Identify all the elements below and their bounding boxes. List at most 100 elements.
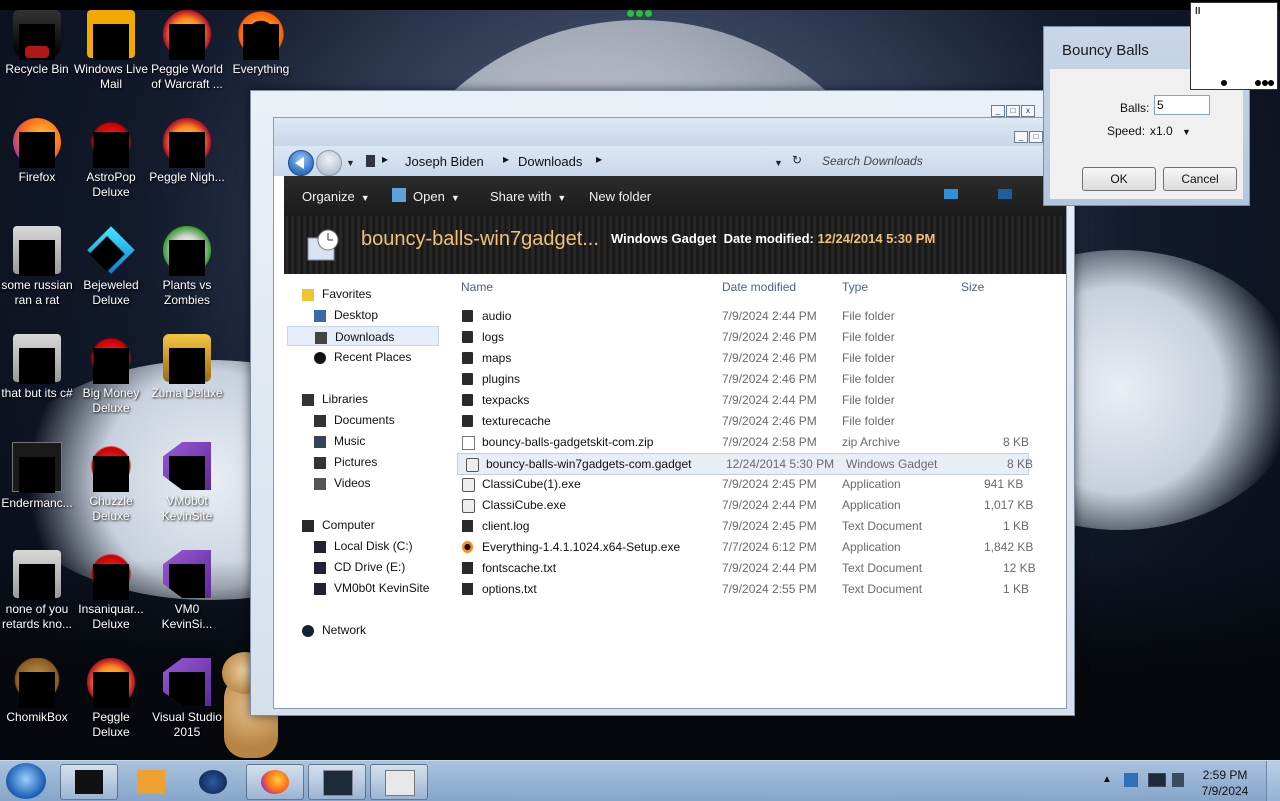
desktop-icon-label: Recycle Bin <box>5 62 69 76</box>
desktop-icon[interactable]: that but its c# <box>0 334 75 401</box>
desktop-icon[interactable]: Peggle World of Warcraft ... <box>149 10 225 92</box>
desktop-icon[interactable]: Peggle Nigh... <box>149 118 225 185</box>
organize-button[interactable]: Organize ▼ <box>302 189 370 204</box>
file-row[interactable]: audio 7/9/2024 2:44 PM File folder <box>454 306 1029 326</box>
taskbar-item[interactable] <box>370 764 428 800</box>
tray-expand-icon[interactable]: ▲ <box>1102 774 1112 785</box>
desktop-icon[interactable]: Everything <box>223 10 299 77</box>
taskbar-clock[interactable]: 2:59 PM 7/9/2024 <box>1195 767 1255 799</box>
desktop-icon[interactable]: Chuzzle Deluxe <box>73 442 149 524</box>
file-name: plugins <box>482 372 521 386</box>
column-header-name[interactable]: Name <box>461 280 493 294</box>
file-date: 7/9/2024 2:58 PM <box>722 435 817 449</box>
column-header-type[interactable]: Type <box>842 280 868 294</box>
desktop-icon[interactable]: Firefox <box>0 118 75 185</box>
file-row[interactable]: texturecache 7/9/2024 2:46 PM File folder <box>454 411 1029 431</box>
start-button[interactable] <box>6 763 46 799</box>
desktop-icon[interactable]: VM0b0t KevinSite <box>149 442 225 524</box>
balls-input[interactable]: 5 <box>1154 95 1210 115</box>
breadcrumb-downloads[interactable]: Downloads <box>518 154 582 169</box>
file-row[interactable]: bouncy-balls-win7gadgets-com.gadget 12/24… <box>457 453 1033 475</box>
close-button[interactable]: x <box>1021 105 1035 117</box>
minimize-button[interactable]: _ <box>991 105 1005 117</box>
file-row[interactable]: Everything-1.4.1.1024.x64-Setup.exe 7/7/2… <box>454 537 1033 557</box>
taskbar-item[interactable] <box>308 764 366 800</box>
back-button[interactable] <box>288 150 314 176</box>
desktop-icon[interactable]: Insaniquar... Deluxe <box>73 550 149 632</box>
column-header-size[interactable]: Size <box>961 280 984 294</box>
nav-local-disk[interactable]: Local Disk (C:) <box>314 536 413 556</box>
nav-desktop[interactable]: Desktop <box>314 305 378 325</box>
desktop-icon[interactable]: Peggle Deluxe <box>73 658 149 740</box>
explorer-titlebar[interactable]: _ □ <box>274 118 1066 146</box>
file-row[interactable]: client.log 7/9/2024 2:45 PM Text Document 1… <box>454 516 1029 536</box>
nav-pictures[interactable]: Pictures <box>314 452 377 472</box>
show-desktop-button[interactable] <box>1266 761 1280 801</box>
nav-recent-places[interactable]: Recent Places <box>314 347 411 367</box>
share-with-button[interactable]: Share with ▼ <box>490 189 566 204</box>
desktop-icon[interactable]: Bejeweled Deluxe <box>73 226 149 308</box>
taskbar-item[interactable] <box>184 764 242 800</box>
taskbar-item[interactable] <box>60 764 118 800</box>
breadcrumb-separator-icon[interactable]: ▸ <box>596 152 602 166</box>
nav-music[interactable]: Music <box>314 431 365 451</box>
nav-documents[interactable]: Documents <box>314 410 395 430</box>
file-row[interactable]: fontscache.txt 7/9/2024 2:44 PM Text Docum… <box>454 558 1036 578</box>
nav-vm-kevinsite[interactable]: VM0b0t KevinSite <box>314 578 429 598</box>
desktop-icon[interactable]: Recycle Bin <box>0 10 75 77</box>
desktop-icon[interactable]: none of you retards kno... <box>0 550 75 632</box>
desktop-icon[interactable]: Plants vs Zombies <box>149 226 225 308</box>
ok-button[interactable]: OK <box>1082 167 1156 191</box>
desktop-icon[interactable]: AstroPop Deluxe <box>73 118 149 200</box>
search-input[interactable]: Search Downloads <box>822 154 923 168</box>
column-header-date[interactable]: Date modified <box>722 280 796 294</box>
tray-network-icon[interactable] <box>1124 773 1138 787</box>
desktop-icon[interactable]: Visual Studio 2015 <box>149 658 225 740</box>
forward-button[interactable] <box>316 150 342 176</box>
file-row[interactable]: maps 7/9/2024 2:46 PM File folder <box>454 348 1029 368</box>
file-row[interactable]: ClassiCube.exe 7/9/2024 2:44 PM Applicatio… <box>454 495 1033 515</box>
view-options-icon[interactable] <box>944 189 958 199</box>
file-row[interactable]: texpacks 7/9/2024 2:44 PM File folder <box>454 390 1029 410</box>
breadcrumb-joseph-biden[interactable]: Joseph Biden <box>405 154 484 169</box>
file-row[interactable]: bouncy-balls-gadgetskit-com.zip 7/9/2024 … <box>454 432 1029 452</box>
address-dropdown-icon[interactable]: ▼ <box>774 158 783 168</box>
desktop-icon[interactable]: Big Money Deluxe <box>73 334 149 416</box>
nav-cd-drive[interactable]: CD Drive (E:) <box>314 557 405 577</box>
preview-pane-icon[interactable] <box>998 189 1012 199</box>
volume-icon[interactable] <box>1172 773 1184 787</box>
cancel-button[interactable]: Cancel <box>1163 167 1237 191</box>
maximize-button[interactable]: □ <box>1029 131 1043 143</box>
breadcrumb-separator-icon[interactable]: ▸ <box>382 152 388 166</box>
file-row[interactable]: logs 7/9/2024 2:46 PM File folder <box>454 327 1029 347</box>
history-dropdown-icon[interactable]: ▼ <box>346 158 355 168</box>
desktop-icon[interactable]: ChomikBox <box>0 658 75 725</box>
desktop-icon[interactable]: Windows Live Mail <box>73 10 149 92</box>
nav-downloads[interactable]: Downloads <box>287 326 439 346</box>
desktop-icon[interactable]: VM0 KevinSi... <box>149 550 225 632</box>
taskbar-item[interactable] <box>122 764 180 800</box>
pause-icon[interactable]: II <box>1195 6 1201 17</box>
file-row[interactable]: options.txt 7/9/2024 2:55 PM Text Document… <box>454 579 1029 599</box>
nav-network[interactable]: Network <box>302 620 366 640</box>
speed-select[interactable]: x1.0 ▼ <box>1150 124 1191 138</box>
new-folder-button[interactable]: New folder <box>589 189 651 204</box>
maximize-button[interactable]: □ <box>1006 105 1020 117</box>
nav-favorites[interactable]: Favorites <box>302 284 371 304</box>
breadcrumb-separator-icon[interactable]: ▸ <box>503 152 509 166</box>
open-button[interactable]: Open ▼ <box>413 189 460 204</box>
desktop-icon[interactable]: Endermanc... <box>0 442 75 511</box>
refresh-icon[interactable]: ↻ <box>792 153 802 167</box>
desktop-icon[interactable]: Zuma Deluxe <box>149 334 225 401</box>
minimize-button[interactable]: _ <box>1014 131 1028 143</box>
gadget-preview[interactable]: II <box>1190 2 1278 90</box>
nav-computer[interactable]: Computer <box>302 515 375 535</box>
tray-display-icon[interactable] <box>1148 773 1166 787</box>
desktop-icon[interactable]: some russian ran a rat <box>0 226 75 308</box>
nav-videos[interactable]: Videos <box>314 473 370 493</box>
nav-libraries[interactable]: Libraries <box>302 389 368 409</box>
file-row[interactable]: ClassiCube(1).exe 7/9/2024 2:45 PM Applica… <box>454 474 1029 494</box>
file-row[interactable]: plugins 7/9/2024 2:46 PM File folder <box>454 369 1029 389</box>
ball <box>1255 80 1261 86</box>
taskbar-item[interactable] <box>246 764 304 800</box>
